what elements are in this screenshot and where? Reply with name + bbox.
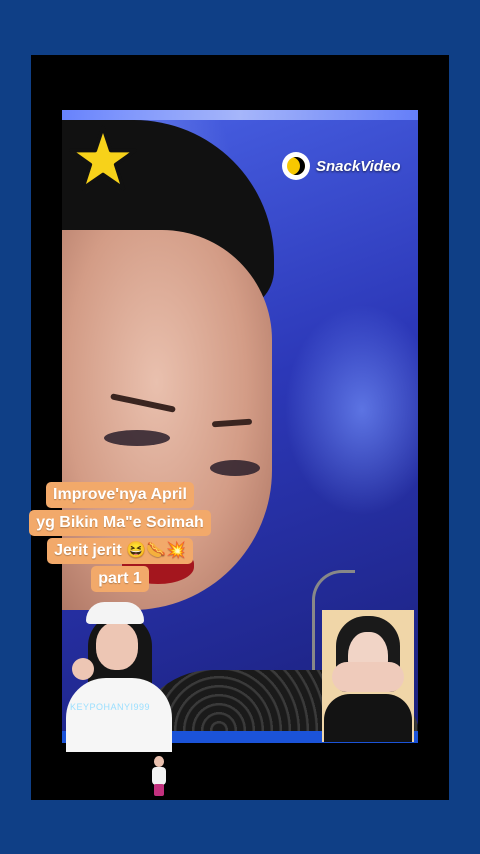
sticker-legs xyxy=(154,784,164,796)
snackvideo-logo: SnackVideo xyxy=(282,152,400,180)
caption-line-4: part 1 xyxy=(91,566,149,592)
video-caption: Improve'nya April yg Bikin Ma"e Soimah J… xyxy=(0,482,240,592)
inset-left-cap xyxy=(86,602,144,624)
inset-left-hand xyxy=(72,658,94,680)
inset-right-hands xyxy=(332,662,404,692)
sticker-body xyxy=(152,767,166,785)
caption-line-2: yg Bikin Ma"e Soimah xyxy=(29,510,211,536)
inset-left-face xyxy=(96,622,138,670)
left-eye xyxy=(104,430,170,446)
caption-line-3: Jerit jerit 😆🌭💥 xyxy=(47,538,193,564)
inset-video-left: KEYPOHANYI999 xyxy=(60,600,172,752)
right-eye xyxy=(210,460,260,476)
mini-figure-sticker xyxy=(150,756,168,796)
logo-text: SnackVideo xyxy=(316,157,401,175)
sticker-head xyxy=(154,756,164,767)
inset-video-right xyxy=(322,610,414,742)
snackvideo-logo-icon xyxy=(282,152,310,180)
caption-line-1: Improve'nya April xyxy=(46,482,194,508)
inset-left-shirt xyxy=(66,678,172,752)
inset-watermark: KEYPOHANYI999 xyxy=(70,702,151,712)
stage-light-strip xyxy=(62,110,418,120)
star-icon xyxy=(69,125,137,191)
inset-right-body xyxy=(324,694,412,742)
